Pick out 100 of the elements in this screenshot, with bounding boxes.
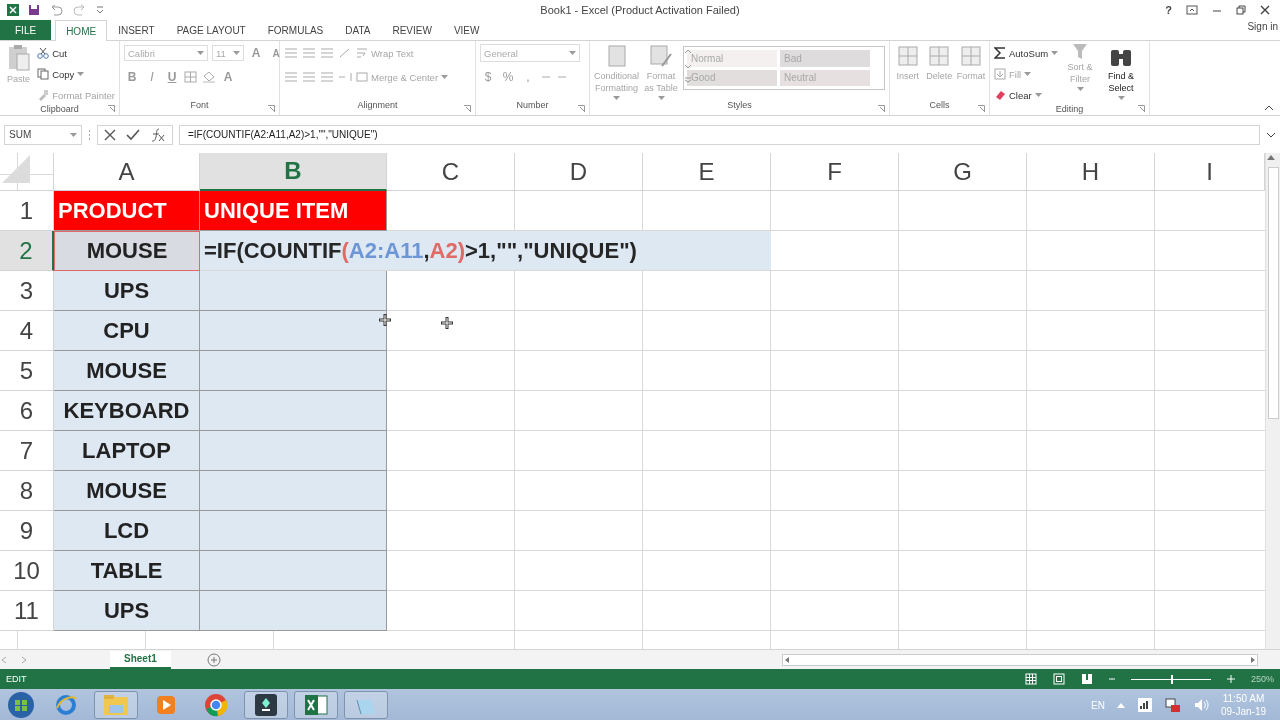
copy-button[interactable]: Copy	[37, 65, 115, 83]
zoom-level[interactable]: 250%	[1250, 674, 1274, 684]
row-header[interactable]: 1	[0, 191, 54, 231]
ribbon-tab[interactable]: PAGE LAYOUT	[165, 20, 257, 40]
tray-expand-icon	[1116, 702, 1125, 708]
select-all-icon	[0, 153, 30, 183]
browser-icon	[204, 693, 228, 717]
page-break-icon	[1080, 673, 1093, 685]
ribbon-tab[interactable]: INSERT	[107, 20, 166, 40]
row-header[interactable]: 6	[0, 391, 54, 431]
add-sheet-icon	[206, 652, 221, 667]
scroll-left-icon	[783, 655, 791, 664]
dialog-launcher-icon[interactable]	[108, 105, 115, 112]
sign-in-link[interactable]: Sign in	[1247, 21, 1278, 32]
spreadsheet-app-icon	[304, 694, 328, 716]
group-label: Number	[516, 100, 549, 110]
column-header[interactable]: B	[200, 153, 387, 191]
collapse-ribbon-icon[interactable]	[1264, 105, 1274, 111]
caret-icon	[77, 72, 85, 76]
column-header[interactable]: G	[899, 153, 1027, 191]
row-header[interactable]: 2	[0, 231, 54, 271]
function-icon	[150, 127, 166, 142]
dialog-launcher-icon[interactable]	[878, 105, 885, 112]
spreadsheet-cell: UPS	[54, 591, 200, 631]
grid-icon	[960, 44, 982, 68]
scroll-up-icon	[1266, 153, 1276, 161]
cancel-icon	[104, 128, 116, 141]
column-header[interactable]: F	[771, 153, 899, 191]
group-label: Editing	[1055, 104, 1084, 114]
row-header[interactable]: 7	[0, 431, 54, 471]
ribbon-tab[interactable]: VIEW	[442, 20, 491, 40]
save-icon	[28, 4, 40, 16]
header-cell: UNIQUE ITEM	[200, 191, 387, 231]
dialog-launcher-icon[interactable]	[978, 105, 985, 112]
customize-icon	[96, 5, 104, 15]
row-header[interactable]: 4	[0, 311, 54, 351]
zoom-in-icon	[1226, 675, 1235, 683]
row-header[interactable]: 9	[0, 511, 54, 551]
fill-down-icon	[994, 68, 1006, 80]
column-header[interactable]: D	[515, 153, 643, 191]
dialog-launcher-icon[interactable]	[578, 105, 585, 112]
column-header[interactable]: C	[387, 153, 515, 191]
clipboard-icon	[7, 44, 30, 72]
find-select-button[interactable]: Find & Select	[1102, 44, 1141, 104]
grid-icon	[928, 44, 951, 68]
autosum-button[interactable]: AutoSum	[994, 44, 1059, 62]
tray-app-icon	[1136, 697, 1153, 713]
merge-icon	[356, 72, 368, 82]
page-layout-icon	[1052, 673, 1065, 685]
table-brush-icon	[650, 44, 672, 68]
formula-field[interactable]: =IF(COUNTIF(A2:A11,A2)>1,"","UNIQUE")	[179, 124, 1260, 145]
align-middle-icon	[302, 48, 316, 58]
cut-button[interactable]: Cut	[37, 44, 115, 62]
indent-icon	[338, 72, 352, 82]
ribbon-tab[interactable]: FORMULAS	[256, 20, 335, 40]
align-top-icon	[284, 48, 298, 58]
wrap-text-icon	[356, 48, 368, 58]
column-header[interactable]: I	[1155, 153, 1265, 191]
group-label: Styles	[727, 100, 752, 110]
ribbon-tab[interactable]: DATA	[334, 20, 382, 40]
spreadsheet-cell: MOUSE	[54, 351, 200, 391]
ribbon-tab[interactable]: HOME	[55, 20, 108, 41]
column-header[interactable]: H	[1027, 153, 1155, 191]
speaker-icon	[1192, 697, 1209, 713]
row-header[interactable]: 8	[0, 471, 54, 511]
align-bottom-icon	[320, 48, 334, 58]
help-button[interactable]: ?	[1165, 4, 1172, 16]
expand-icon	[1266, 131, 1276, 138]
excel-logo-icon	[6, 3, 20, 17]
caret-icon	[233, 51, 240, 55]
caret-icon	[1034, 93, 1042, 97]
row-header[interactable]: 3	[0, 271, 54, 311]
caret-icon	[569, 51, 576, 55]
group-label: Alignment	[357, 100, 398, 110]
ribbon-tab[interactable]: REVIEW	[381, 20, 443, 40]
horizontal-scrollbar[interactable]	[782, 653, 1258, 666]
caret-icon	[1117, 96, 1125, 100]
sheet-tab[interactable]: Sheet1	[110, 650, 171, 669]
taskbar-button[interactable]	[294, 691, 338, 719]
dialog-launcher-icon[interactable]	[268, 105, 275, 112]
clear-button[interactable]: Clear	[994, 86, 1059, 104]
play-icon	[155, 694, 177, 716]
dialog-launcher-icon[interactable]	[464, 105, 471, 112]
column-header[interactable]: E	[643, 153, 771, 191]
editing-cell[interactable]: =IF(COUNTIF(A2:A11,A2)>1,"","UNIQUE")	[200, 231, 771, 271]
orientation-icon	[338, 48, 352, 58]
name-box[interactable]: SUM	[4, 124, 82, 145]
scissors-icon	[37, 47, 50, 59]
cell-cursor-icon	[379, 314, 391, 326]
row-header[interactable]: 10	[0, 551, 54, 591]
taskbar-button[interactable]	[244, 691, 288, 719]
network-icon	[1164, 697, 1181, 713]
column-header[interactable]: A	[54, 153, 200, 191]
dialog-launcher-icon[interactable]	[1138, 105, 1145, 112]
ribbon-tab[interactable]: FILE	[0, 20, 52, 40]
vertical-scrollbar[interactable]	[1265, 153, 1280, 649]
row-header[interactable]: 11	[0, 591, 54, 631]
row-header[interactable]: 5	[0, 351, 54, 391]
zoom-out-icon	[1108, 676, 1115, 682]
grid-icon	[896, 44, 919, 68]
